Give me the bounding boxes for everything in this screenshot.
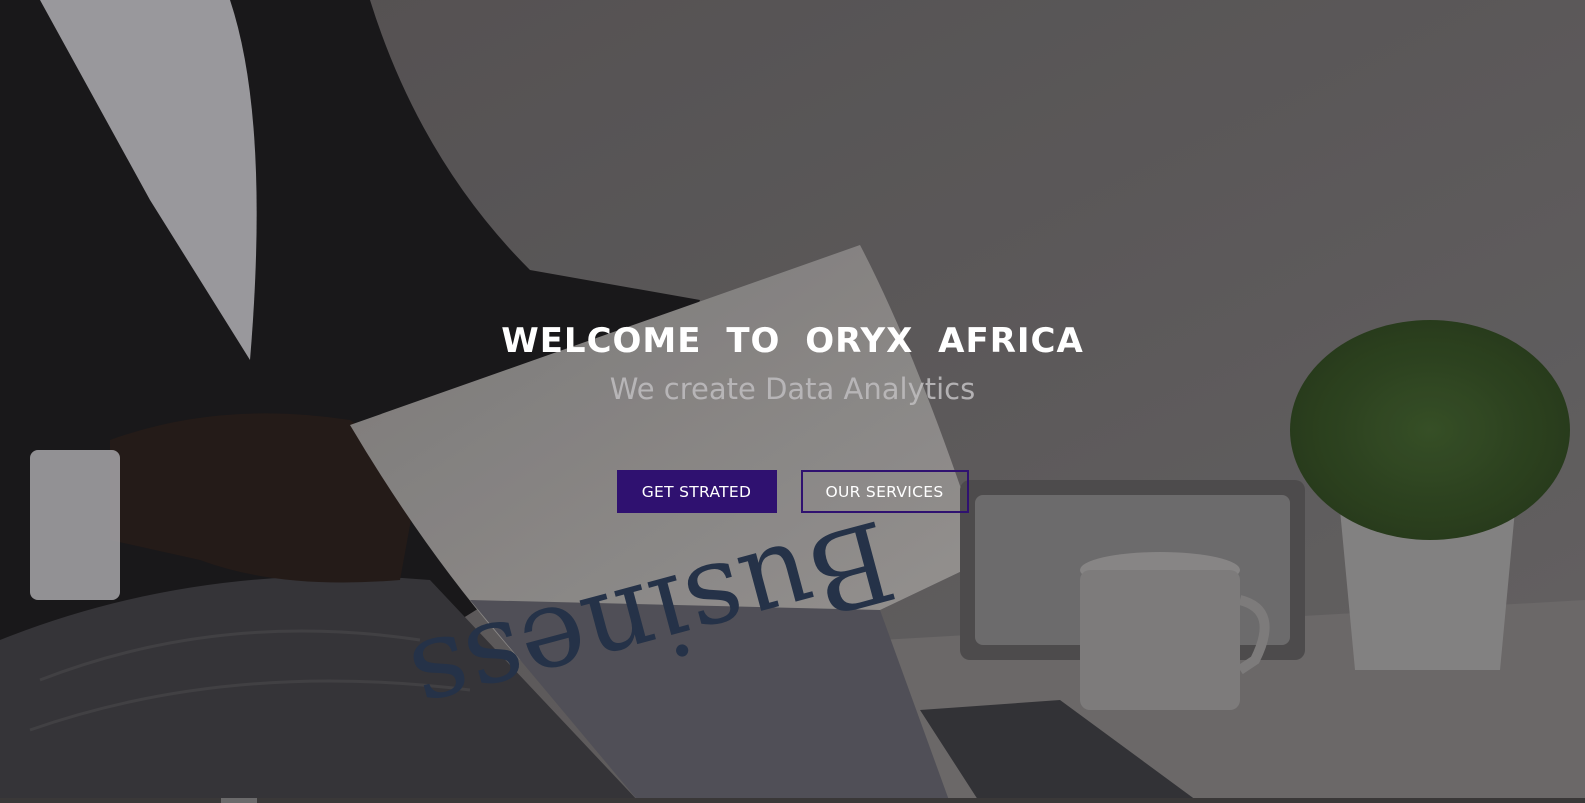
hero-buttons: GET STRATED OUR SERVICES [0, 470, 1585, 513]
our-services-button[interactable]: OUR SERVICES [800, 470, 969, 513]
hero-section: Business WELCOME TO ORYX AFRICA We creat… [0, 0, 1585, 803]
hero-title: WELCOME TO ORYX AFRICA [501, 321, 1084, 361]
get-started-button[interactable]: GET STRATED [616, 470, 777, 513]
hero-subtitle: We create Data Analytics [609, 372, 976, 406]
hero-content: WELCOME TO ORYX AFRICA We create Data An… [0, 318, 1585, 513]
scrollbar-thumb[interactable] [221, 798, 257, 803]
